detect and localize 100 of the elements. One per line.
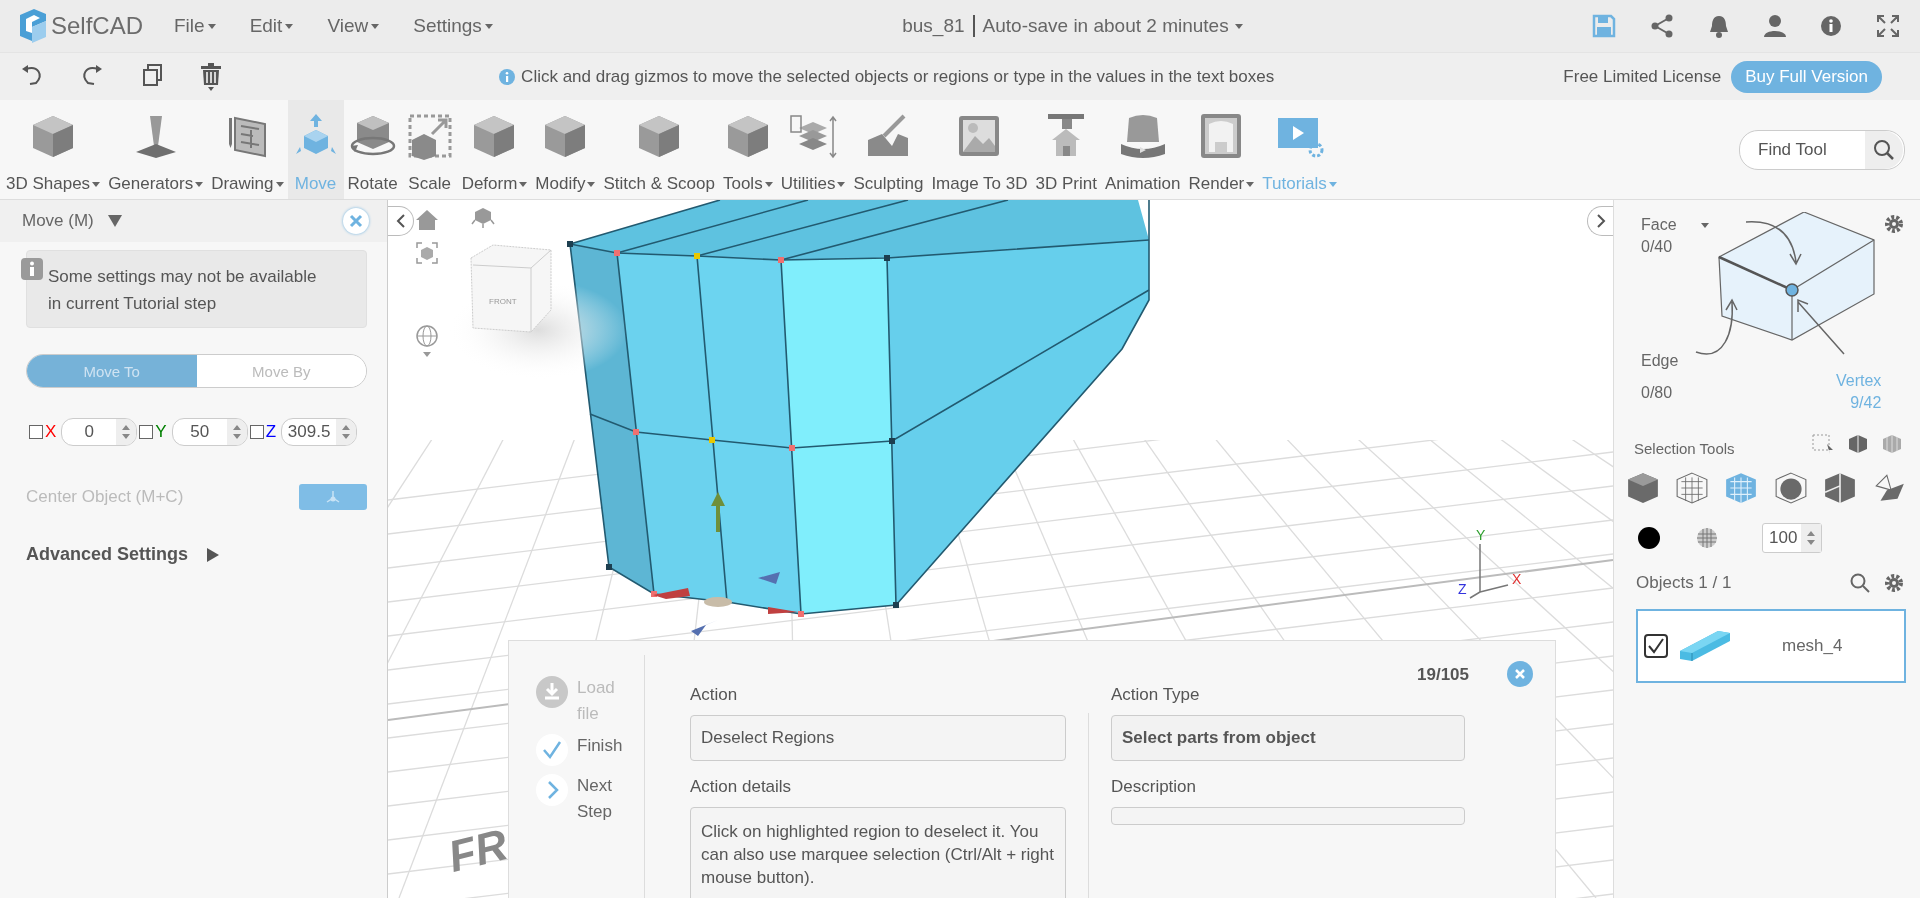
axis-checkbox[interactable] <box>139 425 154 439</box>
selection-count: 9/42 <box>1850 394 1882 412</box>
tool-button[interactable]: 3D Shapes <box>2 100 105 199</box>
action-details-field[interactable]: Click on highlighted region to deselect it. You can also use marquee selection (Ctrl/Alt + right mouse button). <box>690 807 1066 898</box>
spinner-arrows-icon[interactable] <box>1806 530 1817 546</box>
home-icon[interactable] <box>416 210 438 230</box>
chevron-left-icon <box>395 213 406 229</box>
tool-button[interactable]: Animation <box>1100 100 1185 199</box>
tool-button[interactable]: Generators <box>104 100 208 199</box>
axis-label: Z <box>1458 581 1467 597</box>
chevron-right-icon <box>535 773 569 807</box>
cube-axes-icon[interactable] <box>471 206 495 230</box>
bell-icon[interactable] <box>1708 14 1730 38</box>
action-type-field[interactable]: Select parts from object <box>1111 715 1465 761</box>
tool-button[interactable]: Image To 3D <box>927 100 1032 199</box>
step-counter: 19/105 <box>1417 665 1469 685</box>
tutorial-step-button[interactable]: Finish <box>535 733 629 767</box>
spinner-arrows-icon[interactable] <box>341 424 352 440</box>
settings-icon[interactable] <box>1884 214 1904 234</box>
selection-tools-label: Selection Tools <box>1634 440 1735 457</box>
app-logo-text: SelfCAD <box>51 12 144 40</box>
search-icon[interactable] <box>1850 573 1870 593</box>
redo-icon[interactable] <box>80 62 104 87</box>
dropdown-triangle-icon[interactable] <box>107 215 122 227</box>
object-checkbox[interactable] <box>1644 634 1668 658</box>
selection-mode-label[interactable]: Face <box>1641 216 1709 234</box>
checkmark-icon <box>535 733 569 767</box>
tool-button[interactable]: Scale <box>401 100 458 199</box>
layers-icon <box>789 112 838 160</box>
autosave-status[interactable]: Auto-save in about 2 minutes <box>974 15 1243 37</box>
logo-icon <box>18 9 48 43</box>
spinner-arrows-icon[interactable] <box>231 424 242 440</box>
selection-mode-icon[interactable] <box>1626 471 1660 505</box>
description-field[interactable] <box>1111 807 1465 825</box>
tool-button[interactable]: 3D Print <box>1031 100 1101 199</box>
close-icon <box>1514 668 1526 680</box>
cube-select-icon[interactable] <box>1848 433 1868 454</box>
undo-icon[interactable] <box>20 62 44 87</box>
menu-item[interactable]: File <box>174 15 216 37</box>
menu-item[interactable]: View <box>327 15 380 37</box>
tool-button[interactable]: Sculpting <box>849 100 928 199</box>
copy-icon[interactable] <box>140 62 164 87</box>
menu-item[interactable]: Edit <box>249 15 294 37</box>
close-icon <box>349 214 363 228</box>
search-icon[interactable] <box>1865 130 1903 169</box>
tool-button[interactable]: Utilities <box>776 100 850 199</box>
collapse-right-button[interactable] <box>1587 206 1613 236</box>
selection-count: 0/80 <box>1641 384 1673 402</box>
panel-title: Move (M) <box>22 211 94 231</box>
color-swatch[interactable] <box>1638 527 1660 549</box>
tool-button[interactable]: Render <box>1184 100 1259 199</box>
axis-checkbox[interactable] <box>29 425 43 439</box>
selection-mode-label[interactable]: Edge <box>1641 352 1679 370</box>
tool-button[interactable]: Stitch & Scoop <box>599 100 719 199</box>
object-list-item[interactable]: mesh_4 <box>1636 609 1906 683</box>
number-field[interactable]: 0 <box>61 418 138 446</box>
fullscreen-icon[interactable] <box>1876 14 1900 38</box>
axis-label: Y <box>155 422 167 442</box>
axis-label: Y <box>1476 527 1486 543</box>
tool-button[interactable]: Deform <box>457 100 532 199</box>
tool-button[interactable]: Drawing <box>207 100 288 199</box>
bus-thumbnail-icon <box>1678 629 1732 663</box>
user-icon[interactable] <box>1764 14 1786 38</box>
texture-sphere-icon[interactable] <box>1696 527 1718 549</box>
selection-mode-icon[interactable] <box>1675 471 1710 505</box>
advanced-settings-toggle[interactable]: Advanced Settings <box>26 544 387 565</box>
orbit-icon[interactable] <box>415 324 439 358</box>
number-field[interactable]: 50 <box>171 418 248 446</box>
share-icon[interactable] <box>1650 14 1674 38</box>
selection-count: 0/40 <box>1641 238 1673 256</box>
action-field[interactable]: Deselect Regions <box>690 715 1066 761</box>
number-field[interactable]: 309.5 <box>281 418 358 446</box>
field-label: Action <box>690 685 739 705</box>
document-title[interactable]: bus_81 <box>902 15 975 37</box>
tutorial-step-button[interactable]: Next Step <box>535 773 629 825</box>
info-icon <box>21 258 43 280</box>
settings-icon[interactable] <box>1884 573 1904 593</box>
download-icon <box>535 675 569 709</box>
axes-icon <box>325 490 341 504</box>
move-gizmo-drawing[interactable] <box>653 492 798 636</box>
axis-triad-drawing <box>1469 543 1509 599</box>
spinner-arrows-icon[interactable] <box>121 424 132 440</box>
bus-model-drawing[interactable] <box>567 200 1150 617</box>
expand-triangle-icon <box>206 547 220 562</box>
tool-button[interactable]: Rotate <box>343 100 402 199</box>
field-label: Action Type <box>1111 685 1201 705</box>
selection-mode-icon[interactable] <box>1773 471 1808 505</box>
opacity-field[interactable]: 100 <box>1762 523 1823 553</box>
axis-checkbox[interactable] <box>249 425 264 439</box>
object-name: mesh_4 <box>1782 636 1843 656</box>
tool-button[interactable]: Modify <box>531 100 600 199</box>
objects-title: Objects 1 / 1 <box>1636 573 1732 593</box>
field-label: Description <box>1111 777 1198 797</box>
center-object-label: Center Object (M+C) <box>26 487 184 507</box>
tool-button[interactable]: Tools <box>718 100 777 199</box>
trash-icon[interactable] <box>200 62 222 91</box>
selection-mode-icon[interactable] <box>1822 471 1857 505</box>
info-icon[interactable] <box>1820 15 1842 37</box>
menu-item[interactable]: Settings <box>413 15 493 37</box>
collapse-left-button[interactable] <box>388 206 414 236</box>
